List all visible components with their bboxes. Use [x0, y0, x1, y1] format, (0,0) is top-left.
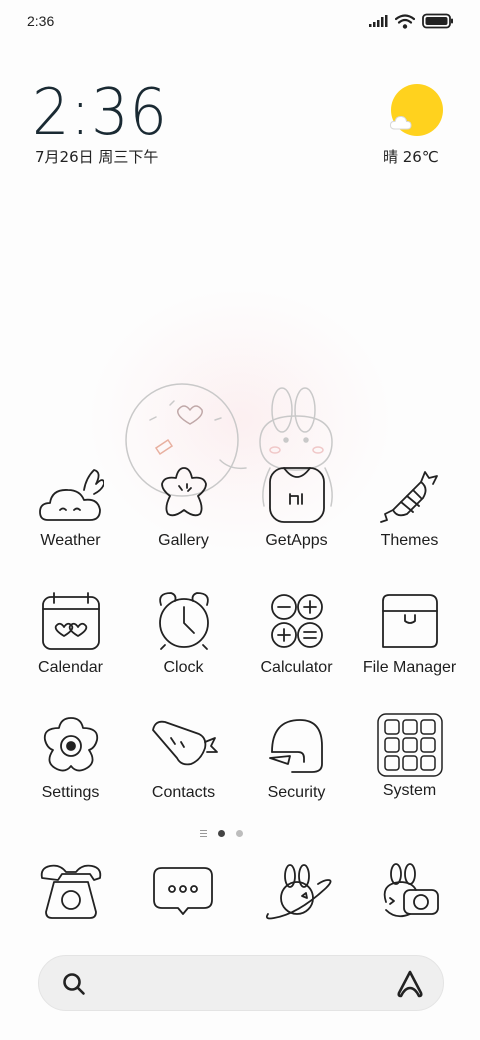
app-label-file-manager: File Manager — [362, 659, 457, 676]
page-indicator-dot-active[interactable] — [218, 830, 225, 837]
calendar-icon — [41, 592, 100, 650]
weather-text: 晴 26℃ — [383, 148, 439, 166]
app-label-getapps: GetApps — [265, 532, 328, 549]
app-calendar[interactable]: Calendar — [14, 591, 127, 677]
signal-icon — [369, 15, 388, 27]
cloud-icon — [389, 115, 412, 130]
gallery-star-icon — [160, 467, 207, 517]
app-label-gallery: Gallery — [158, 532, 209, 549]
camera-bunny-icon — [383, 863, 439, 918]
app-file-manager[interactable]: File Manager — [353, 591, 466, 677]
app-label-calculator: Calculator — [260, 659, 333, 676]
app-system[interactable]: System — [353, 712, 466, 800]
dock-phone[interactable] — [36, 862, 106, 932]
clock-widget-time[interactable]: 2:36 — [32, 76, 168, 150]
status-icons — [368, 13, 454, 29]
folder-icon — [381, 594, 438, 648]
themes-candy-icon — [379, 471, 438, 523]
app-label-themes: Themes — [380, 532, 439, 549]
search-icon — [63, 973, 85, 995]
page-indicator-feed[interactable] — [200, 830, 207, 838]
dock-camera[interactable] — [376, 862, 446, 932]
weather-widget[interactable]: 晴 26℃ — [383, 84, 447, 168]
alarm-clock-icon — [158, 592, 209, 650]
weather-bunny-cloud-icon — [38, 469, 104, 521]
status-time: 2:36 — [27, 13, 55, 29]
app-weather[interactable]: Weather — [14, 466, 127, 550]
app-calculator[interactable]: Calculator — [240, 591, 353, 677]
app-getapps[interactable]: GetApps — [240, 466, 353, 550]
app-label-weather: Weather — [40, 532, 101, 549]
app-label-system: System — [382, 782, 437, 799]
search-bar[interactable] — [38, 955, 444, 1011]
app-clock[interactable]: Clock — [127, 591, 240, 677]
app-label-security: Security — [267, 784, 326, 801]
app-settings[interactable]: Settings — [14, 716, 127, 802]
app-gallery[interactable]: Gallery — [127, 466, 240, 550]
getapps-bag-icon — [268, 467, 325, 523]
battery-icon — [422, 13, 453, 29]
clock-widget-date[interactable]: 7月26日 周三下午 — [35, 146, 158, 167]
phone-icon — [40, 864, 102, 919]
app-label-clock: Clock — [163, 659, 204, 676]
app-label-contacts: Contacts — [151, 784, 216, 801]
assistant-icon[interactable] — [395, 969, 425, 999]
app-label-settings: Settings — [41, 784, 100, 801]
security-helmet-icon — [268, 719, 323, 773]
app-themes[interactable]: Themes — [353, 466, 466, 550]
dock-messaging[interactable] — [150, 862, 220, 932]
messaging-icon — [153, 867, 213, 915]
calculator-icon — [270, 594, 323, 648]
settings-egg-icon — [43, 717, 98, 772]
browser-bunny-planet-icon — [265, 864, 332, 920]
wifi-icon — [395, 13, 415, 29]
contacts-carrot-icon — [151, 720, 218, 766]
app-contacts[interactable]: Contacts — [127, 716, 240, 802]
page-indicator[interactable] — [200, 830, 243, 838]
status-bar: 2:36 — [0, 0, 480, 42]
system-folder-icon — [376, 713, 443, 777]
dock-browser[interactable] — [264, 862, 334, 932]
page-indicator-dot[interactable] — [236, 830, 243, 837]
app-label-calendar: Calendar — [38, 659, 103, 676]
app-security[interactable]: Security — [240, 716, 353, 802]
